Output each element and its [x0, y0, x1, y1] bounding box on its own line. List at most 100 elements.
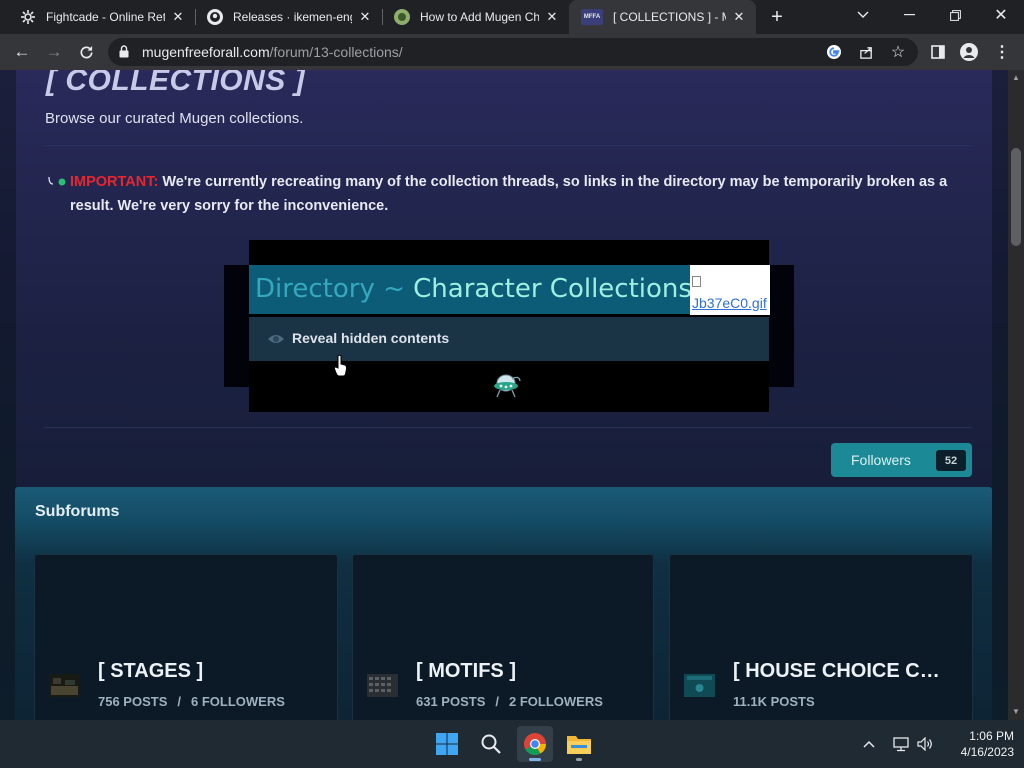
- subforum-card-stages[interactable]: [ STAGES ] 756 POSTS / 6 FOLLOWERS: [34, 554, 338, 720]
- url-path: /forum/13-collections/: [269, 44, 403, 60]
- file-explorer-button[interactable]: [561, 726, 597, 762]
- google-icon: [827, 45, 841, 59]
- side-panel-button[interactable]: [928, 42, 948, 62]
- network-icon: [893, 736, 909, 751]
- followers-label: Followers: [851, 452, 911, 468]
- new-tab-button[interactable]: +: [765, 6, 789, 28]
- chrome-taskbar-button[interactable]: [517, 726, 553, 762]
- tab-search-button[interactable]: [840, 0, 886, 30]
- show-hidden-icons-button[interactable]: [859, 734, 879, 754]
- kebab-menu-icon: ⋮: [994, 44, 1010, 61]
- subforums-section: Subforums [ STAGES ] 756 POSTS / 6 FOLLOWE…: [15, 487, 992, 720]
- followers-count: 52: [936, 450, 966, 471]
- tab-collections[interactable]: MFFA [ COLLECTIONS ] - Mug ✕: [569, 0, 756, 34]
- taskbar-clock[interactable]: 1:06 PM 4/16/2023: [944, 728, 1014, 760]
- stages-thumbnail-icon: [49, 674, 80, 697]
- url-domain: mugenfreeforall.com: [142, 44, 270, 60]
- site-icon: [394, 9, 410, 25]
- side-panel-icon: [931, 45, 945, 59]
- tab-title: Fightcade - Online Retro: [46, 10, 165, 24]
- ufo-icon: [494, 374, 521, 398]
- tab-title: [ COLLECTIONS ] - Mug: [613, 10, 726, 24]
- restore-button[interactable]: [932, 0, 978, 30]
- chrome-icon: [524, 733, 546, 755]
- notice-bullet-icon: [48, 176, 66, 186]
- subforum-card-house-choice[interactable]: [ HOUSE CHOICE COLLECTIONS ] 11.1K POSTS: [669, 554, 973, 720]
- close-window-button[interactable]: ✕: [978, 0, 1024, 30]
- subforum-name[interactable]: [ HOUSE CHOICE COLLECTIONS ]: [733, 660, 955, 683]
- broken-image-icon: [692, 276, 701, 287]
- page-title: [ COLLECTIONS ]: [46, 70, 306, 97]
- notice-text: We're currently recreating many of the c…: [70, 174, 948, 214]
- follower-count: 6 FOLLOWERS: [191, 694, 285, 709]
- scroll-up-icon[interactable]: ▲: [1011, 72, 1021, 82]
- reload-button[interactable]: [72, 38, 100, 66]
- share-button[interactable]: [856, 42, 876, 62]
- stats-separator: /: [177, 694, 181, 709]
- eye-icon: [268, 335, 284, 343]
- screen: Fightcade - Online Retro ✕ Releases · ik…: [0, 0, 1024, 768]
- url-text: mugenfreeforall.com/forum/13-collections…: [142, 44, 403, 60]
- arrow-right-icon: →: [45, 42, 63, 61]
- google-lens-button[interactable]: [824, 42, 844, 62]
- speaker-icon: [917, 737, 932, 751]
- close-icon: ✕: [994, 7, 1008, 24]
- forward-button[interactable]: →: [40, 38, 68, 66]
- close-tab-icon[interactable]: ✕: [169, 8, 187, 26]
- divider: [45, 145, 971, 146]
- folder-icon: [567, 736, 591, 754]
- followers-button[interactable]: Followers 52: [831, 443, 972, 477]
- bookmark-star-button[interactable]: ☆: [888, 42, 908, 62]
- subforums-title: Subforums: [35, 503, 120, 520]
- volume-button[interactable]: [915, 734, 935, 754]
- windows-start-icon: [436, 733, 458, 755]
- minimize-button[interactable]: [886, 0, 932, 30]
- subforum-card-motifs[interactable]: [ MOTIFS ] 631 POSTS / 2 FOLLOWERS: [352, 554, 654, 720]
- profile-button[interactable]: [959, 42, 979, 62]
- network-button[interactable]: [891, 734, 911, 754]
- start-button[interactable]: [429, 726, 465, 762]
- reveal-hidden-contents-button[interactable]: Reveal hidden contents: [249, 317, 769, 361]
- tab-title: How to Add Mugen Ch: [420, 10, 539, 24]
- address-bar[interactable]: mugenfreeforall.com/forum/13-collections…: [108, 38, 918, 66]
- tab-title: Releases · ikemen-engine: [233, 10, 352, 24]
- share-icon: [859, 46, 872, 59]
- important-notice: IMPORTANT: We're currently recreating ma…: [48, 170, 970, 218]
- post-count: 756 POSTS: [98, 694, 168, 709]
- image-alt-text: Jb37eC0.gif: [692, 295, 767, 311]
- subforum-name[interactable]: [ STAGES ]: [98, 660, 203, 683]
- reload-icon: [80, 45, 92, 58]
- mffa-icon: MFFA: [581, 9, 603, 25]
- github-icon: [207, 9, 223, 25]
- broken-image-link[interactable]: Jb37eC0.gif: [690, 265, 770, 315]
- tab-fightcade[interactable]: Fightcade - Online Retro ✕: [8, 0, 195, 34]
- tab-github-releases[interactable]: Releases · ikemen-engine ✕: [195, 0, 382, 34]
- search-button[interactable]: [473, 726, 509, 762]
- close-tab-icon[interactable]: ✕: [356, 8, 374, 26]
- page-scrollbar[interactable]: ▲ ▼: [1008, 70, 1024, 720]
- back-button[interactable]: ←: [8, 38, 36, 66]
- close-tab-icon[interactable]: ✕: [730, 8, 748, 26]
- scrollbar-thumb[interactable]: [1011, 148, 1021, 246]
- clock-date: 4/16/2023: [960, 745, 1014, 759]
- lock-icon: [119, 45, 129, 58]
- menu-button[interactable]: ⋮: [992, 42, 1012, 62]
- fightcade-icon: [20, 9, 36, 25]
- scroll-down-icon[interactable]: ▼: [1011, 706, 1021, 716]
- follower-count: 2 FOLLOWERS: [509, 694, 603, 709]
- active-indicator: [529, 758, 541, 761]
- close-tab-icon[interactable]: ✕: [543, 8, 561, 26]
- page-viewport: [ COLLECTIONS ] Browse our curated Mugen…: [0, 70, 1008, 720]
- divider: [44, 427, 972, 428]
- running-indicator: [576, 758, 582, 761]
- avatar-icon: [960, 43, 978, 61]
- hand-cursor-icon: [333, 354, 348, 377]
- motifs-thumbnail-icon: [367, 674, 398, 697]
- clock-time: 1:06 PM: [969, 729, 1014, 743]
- subforum-name[interactable]: [ MOTIFS ]: [416, 660, 516, 683]
- tab-how-to-add-mugen[interactable]: How to Add Mugen Ch ✕: [382, 0, 569, 34]
- browser-toolbar: ← → mugenfreeforall.com/forum/13-collect…: [0, 34, 1024, 70]
- subforum-stats: 756 POSTS / 6 FOLLOWERS: [98, 694, 285, 709]
- post-count: 11.1K POSTS: [733, 694, 815, 709]
- page-description: Browse our curated Mugen collections.: [45, 110, 304, 127]
